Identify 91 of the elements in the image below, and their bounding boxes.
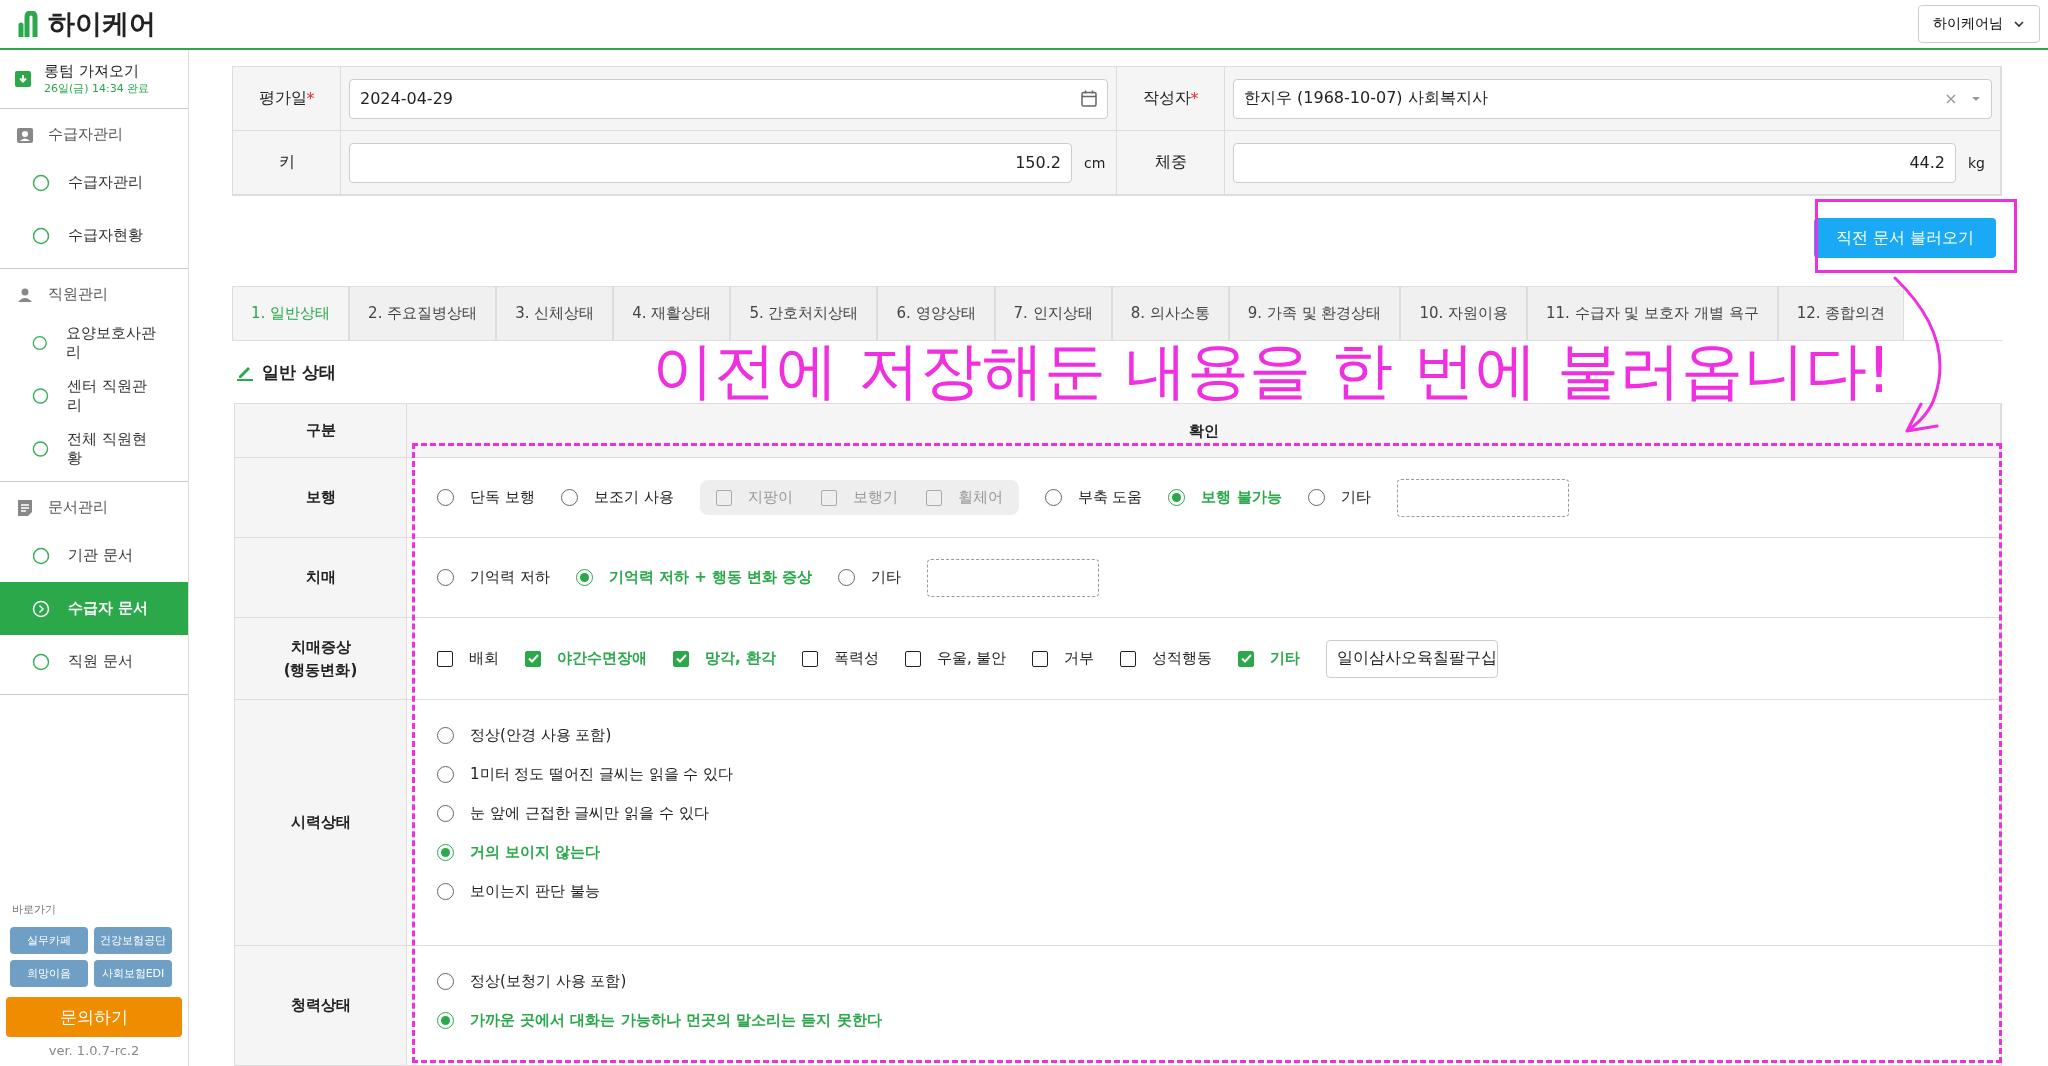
radio-option[interactable]: 눈 앞에 근접한 글씨만 읽을 수 있다 (437, 804, 1971, 823)
row-label: 치매 (235, 537, 407, 617)
tab[interactable]: 7. 인지상태 (994, 286, 1112, 340)
unit-label: kg (1968, 154, 1986, 171)
column-header: 구분 (235, 404, 407, 457)
shortcuts-title: 바로가기 (11, 902, 57, 918)
checkbox-option[interactable]: 폭력성 (801, 649, 879, 668)
checkbox[interactable] (1238, 650, 1255, 667)
tab[interactable]: 11. 수급자 및 보호자 개별 욕구 (1527, 286, 1778, 340)
checkbox-option[interactable]: 성적행동 (1120, 649, 1213, 668)
section-title: 일반 상태 (262, 360, 336, 384)
column-header: 확인 (407, 404, 2001, 457)
radio-option[interactable]: 단독 보행 (437, 488, 535, 507)
field-label: 평가일 (258, 88, 307, 109)
checkbox[interactable] (673, 650, 689, 667)
number-field[interactable]: 150.2 (349, 142, 1072, 183)
date-field[interactable]: 2024-04-29 (349, 78, 1108, 119)
tab[interactable]: 6. 영양상태 (877, 286, 995, 340)
checkbox[interactable] (801, 650, 818, 667)
user-menu[interactable]: 하이케어님 (1918, 5, 2040, 43)
unit-label: cm (1084, 154, 1107, 171)
checkbox[interactable] (525, 650, 541, 667)
field-label: 작성자 (1142, 88, 1191, 109)
circle-icon (32, 652, 50, 671)
sidebar-item[interactable]: 요양보호사관리 (0, 316, 188, 369)
checkbox-option[interactable]: 거부 (1032, 649, 1095, 668)
chevron-down-icon (2013, 20, 2025, 28)
clear-icon[interactable] (1945, 92, 1957, 105)
circle-icon (32, 546, 50, 565)
tab[interactable]: 8. 의사소통 (1111, 286, 1229, 340)
sidebar-item[interactable]: 수급자현황 (0, 209, 188, 262)
tab[interactable]: 2. 주요질병상태 (349, 286, 497, 340)
download-box-icon (14, 70, 32, 88)
sync-status: 26일(금) 14:34 완료 (44, 81, 150, 96)
chevron-circle-icon (32, 599, 50, 618)
circle-icon (32, 439, 49, 458)
checkbox-option[interactable]: 우울, 불안 (904, 649, 1007, 668)
calendar-icon (1081, 90, 1097, 107)
menu-group-title: 직원관리 (48, 285, 108, 304)
sidebar-item[interactable]: 센터 직원관리 (0, 369, 188, 422)
circle-icon (32, 333, 48, 352)
sidebar-item[interactable]: 전체 직원현황 (0, 422, 188, 475)
menu-group-title: 문서관리 (48, 498, 108, 517)
field-label: 체중 (1154, 152, 1187, 173)
radio-option[interactable]: 기억력 저하 (437, 568, 550, 587)
tab[interactable]: 5. 간호처치상태 (730, 286, 878, 340)
sidebar-item[interactable]: 기관 문서 (0, 529, 188, 582)
radio-option[interactable]: 정상(보청기 사용 포함) (437, 972, 1971, 991)
radio-option[interactable]: 보이는지 판단 불능 (437, 882, 1971, 901)
row-label: 보행 (235, 457, 407, 537)
text-field[interactable] (927, 558, 1100, 597)
text-field[interactable] (1396, 478, 1569, 517)
row-label: 청력상태 (235, 945, 407, 1065)
radio-option[interactable]: 기타 (838, 568, 902, 587)
radio-option[interactable]: 보조기 사용 (560, 488, 674, 507)
sidebar-item[interactable]: 수급자관리 (0, 156, 188, 209)
sidebar-item[interactable]: 직원 문서 (0, 635, 188, 688)
text-field[interactable]: 일이삼사오육칠팔구십 (1326, 639, 1499, 678)
document-icon (16, 498, 34, 517)
row-label: 치매증상 (행동변화) (235, 617, 407, 699)
tab[interactable]: 3. 신체상태 (496, 286, 614, 340)
checkbox[interactable] (1120, 650, 1137, 667)
row-label: 시력상태 (235, 699, 407, 945)
sync-title: 롱텀 가져오기 (44, 62, 140, 81)
caret-icon (1971, 95, 1981, 102)
logo-icon (18, 11, 40, 37)
field-label: 키 (278, 152, 295, 173)
tab[interactable]: 10. 자원이용 (1400, 286, 1527, 340)
select-field[interactable]: 한지우 (1968-10-07) 사회복지사 (1233, 78, 1992, 119)
radio-option[interactable]: 부축 도움 (1044, 488, 1143, 507)
contact-card-icon (16, 125, 34, 144)
required-mark: * (1190, 89, 1199, 108)
tab[interactable]: 12. 종합의견 (1777, 286, 1905, 340)
circle-icon (32, 226, 50, 245)
radio-option[interactable]: 정상(안경 사용 포함) (437, 726, 1971, 745)
version-label: ver. 1.0.7-rc.2 (47, 1043, 141, 1060)
checkbox[interactable] (437, 650, 453, 667)
radio-option[interactable]: 1미터 정도 떨어진 글씨는 읽을 수 있다 (437, 765, 1971, 784)
checkbox[interactable] (1032, 650, 1049, 667)
radio-option[interactable]: 기타 (1307, 488, 1371, 507)
menu-group-title: 수급자관리 (48, 125, 123, 144)
tab[interactable]: 4. 재활상태 (613, 286, 731, 340)
required-mark: * (306, 89, 315, 108)
checkbox[interactable] (904, 650, 921, 667)
app-logo: 하이케어 (48, 7, 156, 41)
circle-icon (32, 173, 50, 192)
tab[interactable]: 9. 가족 및 환경상태 (1228, 286, 1401, 340)
checkbox-option[interactable]: 배회 (437, 649, 499, 668)
circle-icon (32, 386, 49, 405)
sync-item[interactable]: 롱텀 가져오기 26일(금) 14:34 완료 (0, 50, 188, 109)
number-field[interactable]: 44.2 (1233, 142, 1956, 183)
